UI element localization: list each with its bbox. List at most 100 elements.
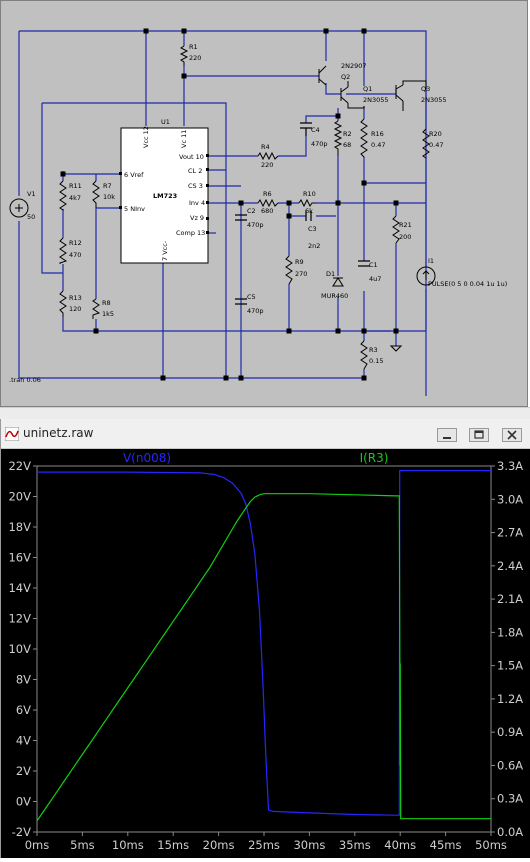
y-left-tick-label: 14V <box>8 581 31 595</box>
label-i1-value: PULSE(0 5 0 0.04 1u 1u) <box>428 280 507 288</box>
x-tick-label: 15ms <box>157 838 189 852</box>
y-right-tick-label: 2.7A <box>497 526 523 540</box>
waveform-app-icon <box>5 427 19 441</box>
schematic-editor[interactable]: V1 50 R1 220 2N2907 Q2 Q1 2N3055 Q3 2N30… <box>0 0 528 407</box>
y-left-tick-label: 2V <box>16 764 31 778</box>
spice-directive: .tran 0.06 <box>9 376 41 384</box>
label-r16-value: 0.47 <box>371 141 385 149</box>
label-u1-inv: Inv 4 <box>189 199 205 207</box>
label-r12-name: R12 <box>69 239 82 247</box>
label-u1-name: U1 <box>161 118 170 126</box>
label-r13-value: 120 <box>69 305 81 313</box>
label-q3-name: Q3 <box>421 85 430 93</box>
minimize-button[interactable] <box>437 428 457 442</box>
label-r3-name: R3 <box>369 346 378 354</box>
y-right-tick-label: 1.2A <box>497 692 523 706</box>
label-q1-model: 2N3055 <box>363 96 389 104</box>
plot-frame <box>36 465 492 833</box>
label-u1-vc: Vc 11 <box>180 130 188 148</box>
label-r2-name: R2 <box>343 130 352 138</box>
label-r9-value: 270 <box>295 270 307 278</box>
label-c4-value: 470p <box>311 140 328 148</box>
label-r12-value: 470 <box>69 251 81 259</box>
x-tick-label: 25ms <box>248 838 280 852</box>
label-r10-name: R10 <box>303 190 316 198</box>
window-title: uninetz.raw <box>23 426 94 440</box>
x-tick-label: 10ms <box>112 838 144 852</box>
label-r20-value: 0.47 <box>429 141 443 149</box>
label-r10-value: 6k <box>305 207 313 215</box>
label-r7-value: 10k <box>103 193 115 201</box>
label-c3-name: C3 <box>308 225 317 233</box>
y-right-tick-label: 0.9A <box>497 725 523 739</box>
y-left-tick-label: 4V <box>16 734 31 748</box>
x-tick-label: 45ms <box>430 838 462 852</box>
label-i1-name: I1 <box>428 257 434 265</box>
diode-d1 <box>332 277 344 287</box>
label-r11-value: 4k7 <box>69 194 81 202</box>
label-q2-name: Q2 <box>341 73 350 81</box>
label-c2-name: C2 <box>247 207 256 215</box>
label-r2-value: 68 <box>343 141 351 149</box>
y-left-tick-label: 0V <box>16 795 31 809</box>
maximize-icon <box>474 430 484 439</box>
waveform-chart[interactable]: 0ms 5ms 10ms 15ms 20ms 25ms 30ms 35ms 40ms 45ms 50… <box>1 449 530 858</box>
label-r3-value: 0.15 <box>369 357 383 365</box>
minimize-icon <box>443 437 451 439</box>
y-right-tick-label: 1.5A <box>497 659 523 673</box>
label-u1-cs: CS 3 <box>188 182 203 190</box>
label-v1-value: 50 <box>27 213 35 221</box>
y-right-tick-label: 1.8A <box>497 625 523 639</box>
window-titlebar[interactable]: uninetz.raw <box>1 419 530 449</box>
schematic-canvas[interactable]: V1 50 R1 220 2N2907 Q2 Q1 2N3055 Q3 2N30… <box>1 1 529 408</box>
label-q3-model: 2N3055 <box>421 96 447 104</box>
y-left-tick-label: 10V <box>8 642 31 656</box>
plot-area[interactable]: 0ms 5ms 10ms 15ms 20ms 25ms 30ms 35ms 40ms 45ms 50… <box>1 449 530 858</box>
x-tick-label: 0ms <box>25 838 50 852</box>
legend-entry: V(n008) <box>123 451 171 465</box>
y-left-tick-label: 8V <box>16 673 31 687</box>
label-c1-value: 4u7 <box>369 275 381 283</box>
maximize-button[interactable] <box>469 428 489 442</box>
label-r1-name: R1 <box>189 43 198 51</box>
label-u1-cl: CL 2 <box>188 167 202 175</box>
label-u1-vz: Vz 9 <box>190 214 204 222</box>
label-u1-vee: 7 Vcc- <box>161 240 169 261</box>
y-left-tick-label: 12V <box>8 612 31 626</box>
label-r8-value: 1k5 <box>102 310 114 318</box>
waveform-window[interactable]: uninetz.raw 0ms 5ms 10ms 15ms 20ms 25ms 30ms 35… <box>0 419 530 858</box>
y-left-tick-label: 6V <box>16 703 31 717</box>
label-r4-value: 220 <box>261 161 273 169</box>
label-r21-value: 200 <box>399 233 411 241</box>
label-u1-comp: Comp 13 <box>176 229 205 237</box>
close-button[interactable] <box>502 428 522 442</box>
y-right-tick-label: 0.0A <box>497 825 523 839</box>
label-d1-name: D1 <box>326 270 335 278</box>
x-tick-label: 20ms <box>203 838 235 852</box>
label-c5-value: 470p <box>247 307 264 315</box>
label-q1-name: Q1 <box>363 85 372 93</box>
series-line <box>37 470 491 816</box>
label-r13-name: R13 <box>69 294 82 302</box>
label-u1-vcc: Vcc 12 <box>142 126 150 148</box>
x-tick-label: 50ms <box>475 838 507 852</box>
y-left-tick-label: 16V <box>8 551 31 565</box>
x-tick-label: 40ms <box>384 838 416 852</box>
label-r8-name: R8 <box>102 299 111 307</box>
y-left-tick-label: 20V <box>8 490 31 504</box>
label-r20-name: R20 <box>429 130 442 138</box>
label-d1-model: MUR460 <box>321 292 348 300</box>
label-r21-name: R21 <box>399 221 412 229</box>
label-c4-name: C4 <box>311 126 320 134</box>
y-left-tick-label: -2V <box>12 825 31 839</box>
y-right-tick-label: 2.4A <box>497 559 523 573</box>
label-u1-ninv: 5 NInv <box>124 205 145 213</box>
x-tick-label: 5ms <box>70 838 95 852</box>
label-c5-name: C5 <box>247 293 256 301</box>
legend-entry: I(R3) <box>360 451 389 465</box>
y-right-tick-label: 3.0A <box>497 492 523 506</box>
label-u1-vref: 6 Vref <box>124 171 144 179</box>
x-tick-label: 35ms <box>339 838 371 852</box>
transistors <box>318 65 427 111</box>
schematic-nodes <box>60 28 399 381</box>
